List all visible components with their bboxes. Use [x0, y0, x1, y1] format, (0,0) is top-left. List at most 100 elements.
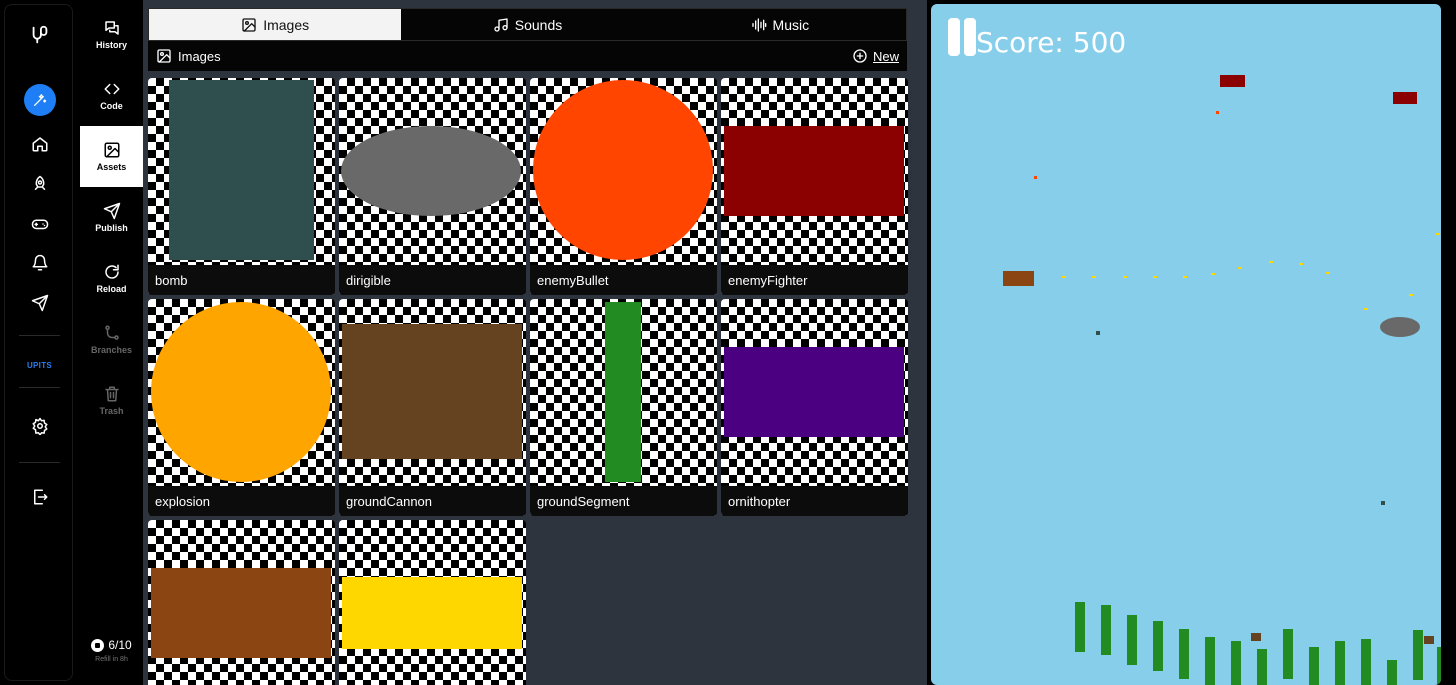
asset-preview [151, 302, 331, 482]
asset-name: groundCannon [339, 486, 526, 516]
ground-segment [1361, 639, 1371, 685]
ground-segment [1231, 641, 1241, 685]
nav-item-publish[interactable]: Publish [80, 187, 143, 248]
history-icon [104, 21, 119, 35]
new-image-button[interactable]: New [852, 48, 899, 64]
divider [19, 387, 60, 388]
nav-item-branches[interactable]: Branches [80, 309, 143, 370]
assets-panel: Images Sounds Music Images New bomb diri… [143, 0, 1068, 685]
credits: 6/10 Refill in 8h [80, 638, 143, 663]
nav-label: History [95, 40, 127, 50]
asset-card-enemyfighter[interactable]: enemyFighter [721, 78, 908, 295]
tab-label: Sounds [514, 16, 563, 33]
credit-icon [91, 638, 105, 652]
asset-preview [724, 126, 904, 216]
asset-preview [605, 302, 641, 482]
ground-segment [1205, 637, 1215, 685]
nav-item-history[interactable]: History [80, 4, 143, 65]
player-bullet [1238, 267, 1242, 269]
ground-segment [1387, 660, 1397, 685]
upits-label[interactable]: UPITS [5, 361, 74, 370]
tab-music[interactable]: Music [654, 9, 906, 40]
bomb [1381, 501, 1385, 505]
send-icon[interactable] [5, 291, 74, 315]
ground-segment [1413, 630, 1423, 680]
gamepad-icon[interactable] [5, 212, 74, 236]
asset-name: groundSegment [530, 486, 717, 516]
asset-name: enemyBullet [530, 265, 717, 295]
asset-tabs: Images Sounds Music [148, 8, 907, 41]
divider [19, 462, 60, 463]
asset-preview [724, 347, 904, 437]
enemy-bullet [1216, 111, 1219, 114]
player-bullet [1299, 263, 1303, 265]
player-bullet [1153, 276, 1157, 278]
nav-item-reload[interactable]: Reload [80, 248, 143, 309]
bomb [1096, 331, 1100, 335]
asset-card-bomb[interactable]: bomb [148, 78, 335, 295]
dirigible [1380, 317, 1420, 337]
plus-circle-icon [853, 49, 867, 63]
nav-label: Assets [96, 162, 127, 172]
trash-icon [104, 386, 119, 402]
asset-card-ornithopter[interactable]: ornithopter [721, 299, 908, 516]
ground-cannon [1424, 636, 1434, 644]
code-icon [104, 83, 119, 95]
asset-card[interactable] [339, 520, 526, 685]
nav-label: Trash [99, 406, 124, 416]
asset-card-groundsegment[interactable]: groundSegment [530, 299, 717, 516]
player-bullet [1123, 276, 1127, 278]
reload-icon [104, 264, 119, 279]
nav-item-code[interactable]: Code [80, 65, 143, 126]
ground-segment [1309, 647, 1319, 685]
home-icon[interactable] [5, 132, 74, 156]
bell-icon[interactable] [5, 251, 74, 275]
branch-icon [104, 325, 119, 340]
ground-segment [1127, 615, 1137, 665]
score-text: Score: 500 [976, 26, 1127, 59]
divider [19, 335, 60, 336]
enemy-fighter [1393, 92, 1417, 104]
nav-label: Code [100, 101, 123, 111]
ground-segment [1335, 641, 1345, 685]
waveform-icon [751, 17, 766, 32]
player-bullet [1062, 276, 1066, 278]
gear-icon[interactable] [5, 414, 74, 438]
secondary-nav: History Code Assets Publish Reload Branc… [80, 4, 143, 685]
asset-preview [342, 324, 522, 459]
tab-label: Music [772, 16, 810, 33]
image-icon [242, 17, 256, 32]
tab-sounds[interactable]: Sounds [401, 9, 653, 40]
nav-item-trash[interactable]: Trash [80, 370, 143, 431]
player-bullet [1092, 276, 1096, 278]
asset-card[interactable] [148, 520, 335, 685]
asset-card-groundcannon[interactable]: groundCannon [339, 299, 526, 516]
app-rail: UPITS [4, 4, 73, 681]
asset-card-enemybullet[interactable]: enemyBullet [530, 78, 717, 295]
asset-card-dirigible[interactable]: dirigible [339, 78, 526, 295]
images-header: Images New [148, 41, 907, 71]
send-icon [103, 202, 120, 220]
asset-card-explosion[interactable]: explosion [148, 299, 335, 516]
nav-item-assets[interactable]: Assets [80, 126, 143, 187]
ground-cannon [1251, 633, 1261, 641]
pause-button[interactable] [948, 18, 978, 56]
player-bullet [1436, 233, 1440, 235]
player-bullet [1409, 294, 1413, 296]
rocket-icon[interactable] [5, 172, 74, 196]
new-label: New [872, 48, 899, 64]
player-bullet [1326, 272, 1330, 274]
ground-segment [1153, 621, 1163, 671]
tab-images[interactable]: Images [149, 9, 402, 40]
image-icon [104, 142, 119, 158]
magic-wand-icon[interactable] [5, 84, 74, 116]
player-bullet [1364, 308, 1368, 310]
logo-icon[interactable] [5, 23, 74, 47]
ground-segment [1179, 629, 1189, 679]
tab-label: Images [263, 16, 310, 33]
exit-icon[interactable] [5, 485, 74, 509]
player-plane [1003, 271, 1034, 286]
nav-label: Publish [95, 223, 128, 233]
asset-name: explosion [148, 486, 335, 516]
game-preview[interactable]: Score: 500 [931, 4, 1441, 685]
